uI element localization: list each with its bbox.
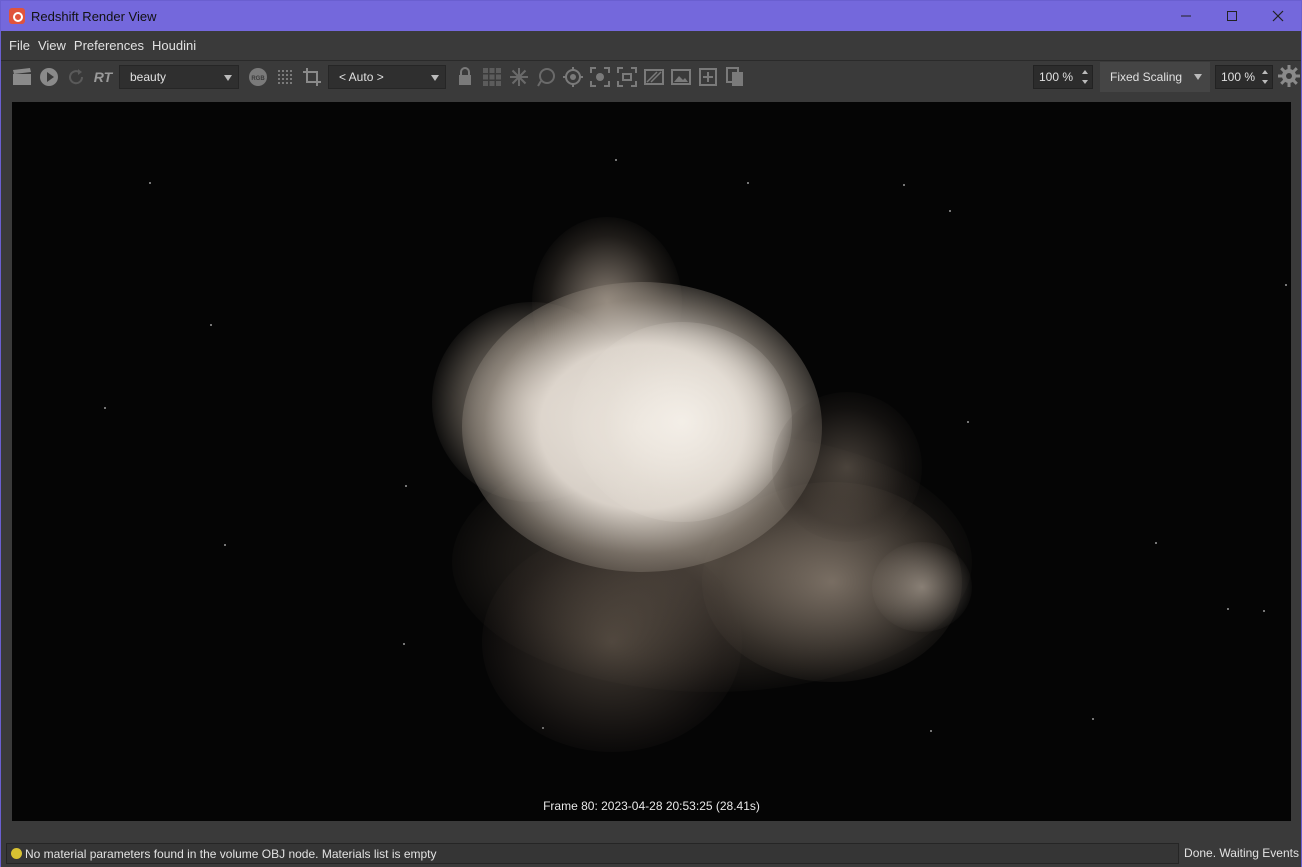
houdini-app-icon (9, 8, 25, 24)
status-message: No material parameters found in the volu… (25, 846, 437, 861)
status-bar: No material parameters found in the volu… (1, 840, 1301, 867)
frame-info-label: Frame 80: 2023-04-28 20:53:25 (28.41s) (543, 799, 760, 813)
render-state: Done. Waiting Events (1184, 846, 1299, 860)
fit-frame-icon[interactable] (589, 66, 611, 88)
scaling-mode-value: Fixed Scaling (1110, 70, 1183, 84)
scaling-mode-dropdown[interactable]: Fixed Scaling (1100, 62, 1210, 92)
menu-view[interactable]: View (34, 38, 70, 53)
refresh-icon[interactable] (65, 66, 87, 88)
chevron-down-icon (431, 75, 439, 81)
chevron-down-icon (1194, 74, 1202, 80)
clapperboard-icon[interactable] (11, 66, 33, 88)
maximize-icon (1227, 11, 1237, 21)
rendered-smoke-image (12, 102, 1291, 821)
scaling-spinbox[interactable]: 100 % (1215, 65, 1273, 89)
render-viewport[interactable]: Frame 80: 2023-04-28 20:53:25 (28.41s) (12, 102, 1291, 821)
grid-dots-icon[interactable] (274, 66, 296, 88)
scaling-value: 100 % (1221, 70, 1256, 84)
snowflake-icon[interactable] (508, 66, 530, 88)
hatched-region-icon[interactable] (643, 66, 665, 88)
window-title: Redshift Render View (31, 8, 157, 24)
copy-icon[interactable] (724, 66, 746, 88)
zoom-value: 100 % (1039, 70, 1074, 84)
spinner-arrows-icon[interactable] (1262, 70, 1268, 84)
window-controls (1163, 1, 1301, 31)
lasso-icon[interactable] (535, 66, 557, 88)
focus-target-icon[interactable] (562, 66, 584, 88)
chevron-down-icon (224, 75, 232, 81)
camera-value: < Auto > (339, 70, 384, 84)
title-bar[interactable]: Redshift Render View (1, 1, 1301, 31)
region-select-icon[interactable] (616, 66, 638, 88)
image-snapshot-icon[interactable] (670, 66, 692, 88)
maximize-button[interactable] (1209, 1, 1255, 31)
menu-preferences[interactable]: Preferences (70, 38, 148, 53)
warning-indicator-icon (11, 848, 22, 859)
render-view-window: Redshift Render View File View Preferenc… (0, 0, 1302, 867)
minimize-icon (1181, 15, 1191, 17)
rgb-channel-icon[interactable]: RGB (247, 66, 269, 88)
aov-dropdown[interactable]: beauty (119, 65, 239, 89)
crop-icon[interactable] (301, 66, 323, 88)
rgb-label: RGB (251, 76, 265, 82)
close-button[interactable] (1255, 1, 1301, 31)
minimize-button[interactable] (1163, 1, 1209, 31)
aov-value: beauty (130, 70, 167, 84)
start-render-icon[interactable] (38, 66, 60, 88)
gear-icon[interactable] (1278, 65, 1300, 87)
close-icon (1272, 10, 1284, 22)
zoom-spinbox[interactable]: 100 % (1033, 65, 1093, 89)
menu-bar: File View Preferences Houdini (1, 31, 1301, 61)
bucket-grid-icon[interactable] (481, 66, 503, 88)
camera-dropdown[interactable]: < Auto > (328, 65, 446, 89)
status-message-box: No material parameters found in the volu… (6, 843, 1179, 864)
add-snapshot-icon[interactable] (697, 66, 719, 88)
menu-houdini[interactable]: Houdini (148, 38, 200, 53)
rt-toggle[interactable]: RT (92, 66, 114, 88)
spinner-arrows-icon[interactable] (1082, 70, 1088, 84)
lock-icon[interactable] (454, 66, 476, 88)
menu-file[interactable]: File (5, 38, 34, 53)
toolbar: RT beauty RGB < Auto > 100 % Fixed Scali… (1, 62, 1301, 92)
